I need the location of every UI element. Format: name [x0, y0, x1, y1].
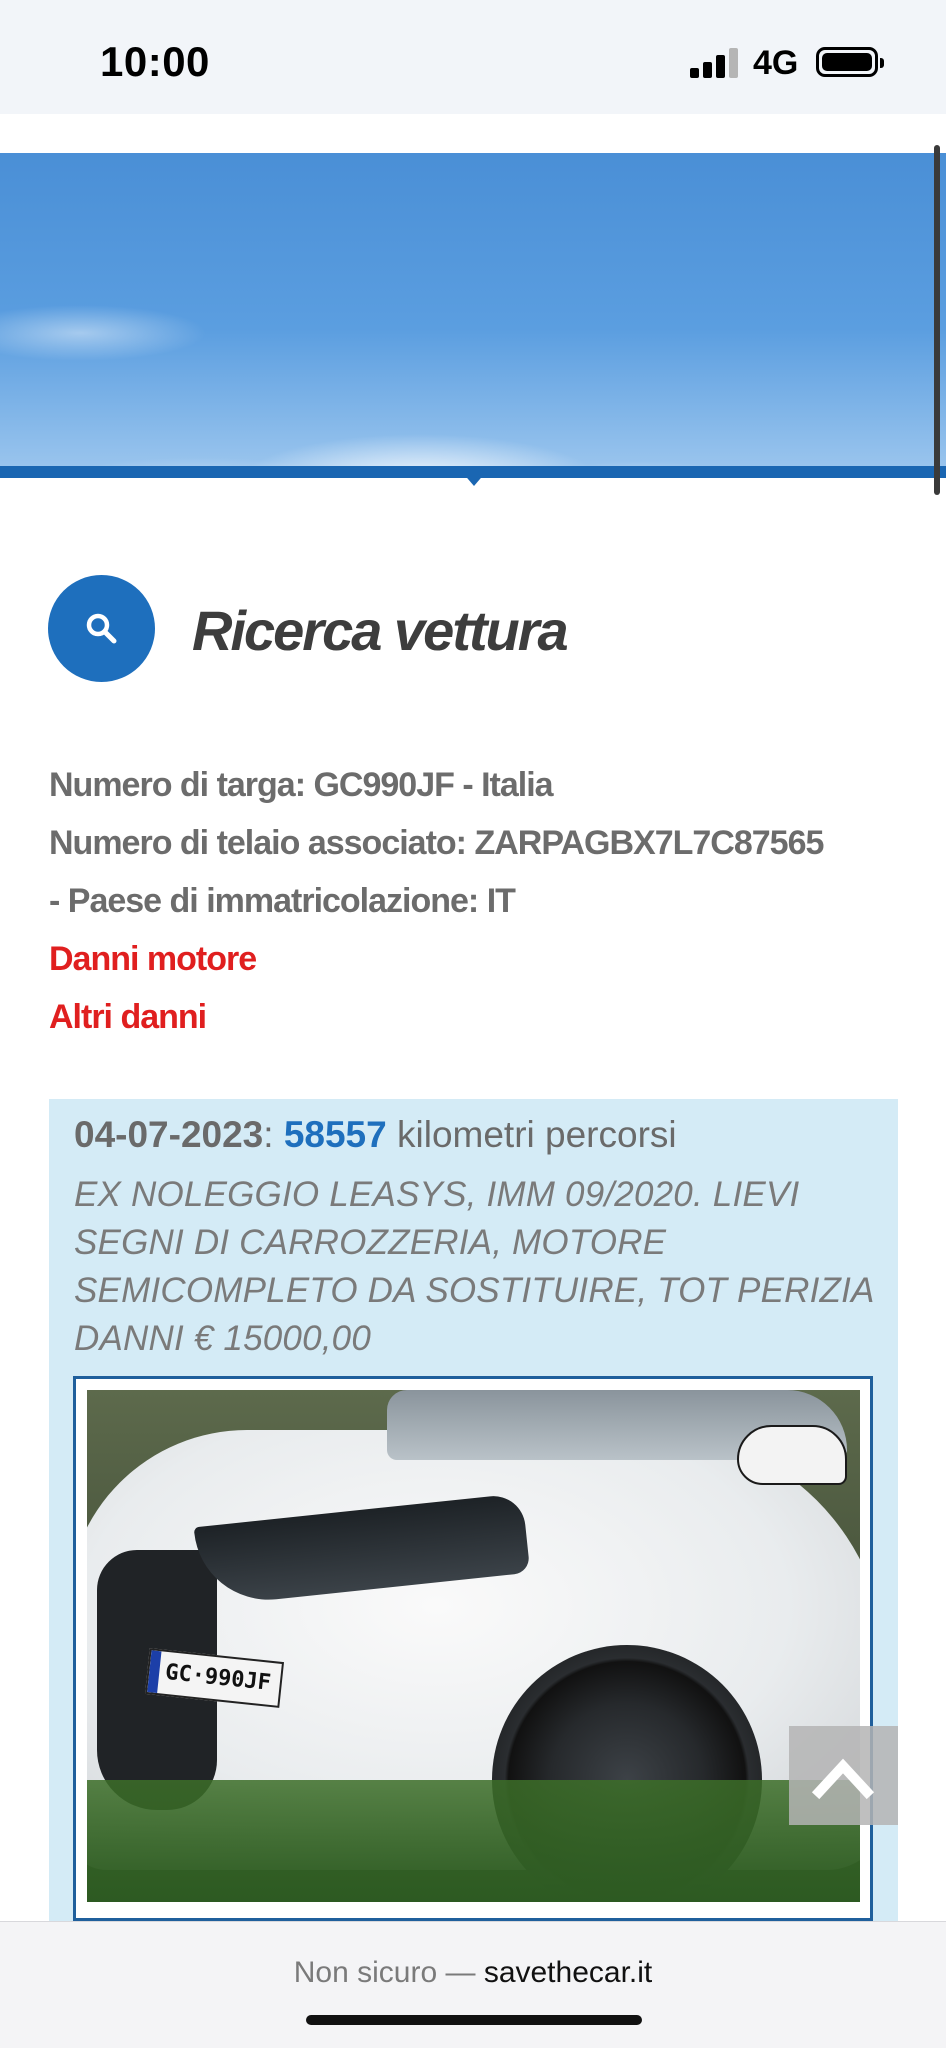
- car-photo[interactable]: GC·990JF: [87, 1390, 860, 1902]
- report-description: EX NOLEGGIO LEASYS, IMM 09/2020. LIEVI S…: [74, 1175, 874, 1358]
- url-text[interactable]: Non sicuro — savethecar.it: [0, 1956, 946, 1990]
- report-km-label: kilometri percorsi: [397, 1114, 677, 1155]
- status-time: 10:00: [100, 38, 210, 85]
- search-icon: [48, 575, 155, 682]
- car-photo-frame[interactable]: GC·990JF: [73, 1376, 873, 1921]
- registration-country-line: - Paese di immatricolazione: IT: [49, 882, 516, 920]
- chevron-up-icon: [811, 1758, 875, 1800]
- insecure-label: Non sicuro —: [293, 1956, 476, 1989]
- report-header: 04-07-2023: 58557 kilometri percorsi: [74, 1114, 677, 1156]
- report-card: 04-07-2023: 58557 kilometri percorsi EX …: [49, 1099, 898, 1929]
- network-label: 4G: [753, 44, 799, 82]
- car-mirror: [737, 1425, 847, 1485]
- vin-line: Numero di telaio associato: ZARPAGBX7L7C…: [49, 824, 824, 862]
- page-title: Ricerca vettura: [192, 599, 569, 662]
- damage-engine-label: Danni motore: [49, 940, 257, 978]
- battery-icon: [816, 47, 884, 77]
- header-banner: [0, 153, 946, 473]
- back-to-top-button[interactable]: [789, 1726, 898, 1825]
- status-bar: 10:00 4G: [0, 0, 946, 114]
- damage-other-label: Altri danni: [49, 998, 207, 1036]
- grass: [87, 1780, 860, 1902]
- url-domain[interactable]: savethecar.it: [484, 1956, 652, 1989]
- home-indicator[interactable]: [306, 2015, 642, 2025]
- signal-icon: [690, 48, 738, 78]
- browser-url-bar[interactable]: Non sicuro — savethecar.it: [0, 1921, 946, 2048]
- report-separator: :: [263, 1114, 274, 1155]
- scroll-indicator[interactable]: [934, 145, 940, 495]
- report-km: 58557: [283, 1114, 387, 1155]
- report-date: 04-07-2023: [74, 1114, 264, 1155]
- plate-number-line: Numero di targa: GC990JF - Italia: [49, 766, 554, 804]
- banner-notch: [462, 472, 486, 486]
